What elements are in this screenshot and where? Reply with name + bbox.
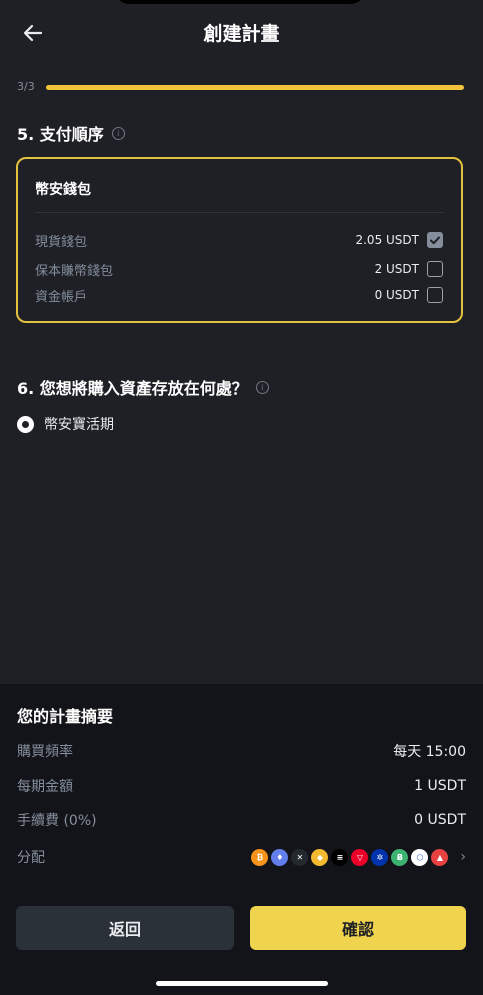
avalanche-icon: ▲ — [431, 848, 449, 866]
solana-icon: ≡ — [331, 848, 349, 866]
ethereum-icon: ♦ — [271, 848, 289, 866]
page-title: 創建計畫 — [203, 23, 280, 45]
info-icon[interactable]: i — [111, 126, 125, 140]
bitcoin-icon: ₿ — [251, 848, 269, 866]
summary-label: 手續費 (0%) — [17, 813, 97, 829]
bitcoin-cash-icon: Ƀ — [391, 848, 409, 866]
coin-icons: ₿ ♦ ✕ ◆ ≡ ▽ ✲ Ƀ ⬡ ▲ — [248, 848, 449, 866]
summary-value: 0 USDT — [414, 812, 466, 828]
confirm-button[interactable]: 確認 — [250, 906, 466, 950]
summary-row-fee: 手續費 (0%) 0 USDT — [17, 810, 466, 830]
summary-row-frequency: 購買頻率 每天 15:00 — [17, 741, 466, 761]
header: 創建計畫 — [0, 0, 483, 64]
bnb-icon: ◆ — [311, 848, 329, 866]
home-indicator — [156, 981, 328, 986]
wallet-balance: 2 USDT — [374, 262, 419, 276]
back-button[interactable]: 返回 — [16, 906, 234, 950]
step-indicator: 3/3 — [17, 80, 35, 93]
storage-heading: 6. 您想將購入資產存放在何處？ i — [17, 375, 269, 399]
info-icon[interactable]: i — [255, 380, 269, 394]
wallet-name: 保本賺幣錢包 — [35, 263, 114, 279]
wallet-balance: 2.05 USDT — [355, 233, 419, 247]
wallet-row-spot[interactable]: 現貨錢包 2.05 USDT — [35, 230, 443, 250]
cardano-icon: ✲ — [371, 848, 389, 866]
chevron-right-icon[interactable]: › — [460, 849, 466, 865]
storage-title: 6. 您想將購入資產存放在何處？ — [17, 379, 248, 398]
summary-label: 分配 — [17, 850, 45, 866]
radio-button[interactable] — [17, 415, 34, 433]
wallet-name: 現貨錢包 — [35, 234, 88, 250]
progress-bar — [46, 85, 464, 90]
divider — [35, 212, 444, 213]
checkmark-icon — [430, 236, 440, 245]
summary-row-amount: 每期金額 1 USDT — [17, 776, 466, 796]
payment-order-heading: 5. 支付順序 i — [17, 121, 125, 145]
binance-wallet-card: 幣安錢包 現貨錢包 2.05 USDT 保本賺幣錢包 2 USDT 資金帳戶 0… — [16, 157, 463, 323]
summary-title: 您的計畫摘要 — [17, 707, 114, 726]
summary-value: 1 USDT — [414, 778, 466, 794]
wallet-checkbox-earn[interactable] — [427, 261, 443, 277]
xrp-icon: ✕ — [291, 848, 309, 866]
wallet-checkbox-funding[interactable] — [427, 287, 443, 303]
wallet-card-title: 幣安錢包 — [35, 182, 91, 198]
payment-order-title: 5. 支付順序 — [17, 125, 104, 144]
storage-option-label: 幣安寶活期 — [44, 417, 114, 433]
summary-row-allocation[interactable]: 分配 ₿ ♦ ✕ ◆ ≡ ▽ ✲ Ƀ ⬡ ▲ › — [17, 847, 466, 867]
summary-label: 購買頻率 — [17, 744, 73, 760]
wallet-checkbox-spot[interactable] — [427, 232, 443, 248]
wallet-row-earn[interactable]: 保本賺幣錢包 2 USDT — [35, 259, 443, 279]
summary-label: 每期金額 — [17, 779, 73, 795]
wallet-balance: 0 USDT — [374, 288, 419, 302]
storage-option-simple-earn[interactable]: 幣安寶活期 — [17, 414, 114, 434]
chainlink-icon: ⬡ — [411, 848, 429, 866]
tron-icon: ▽ — [351, 848, 369, 866]
summary-value: 每天 15:00 — [393, 744, 466, 760]
wallet-row-funding[interactable]: 資金帳戶 0 USDT — [35, 285, 443, 305]
wallet-name: 資金帳戶 — [35, 289, 88, 305]
